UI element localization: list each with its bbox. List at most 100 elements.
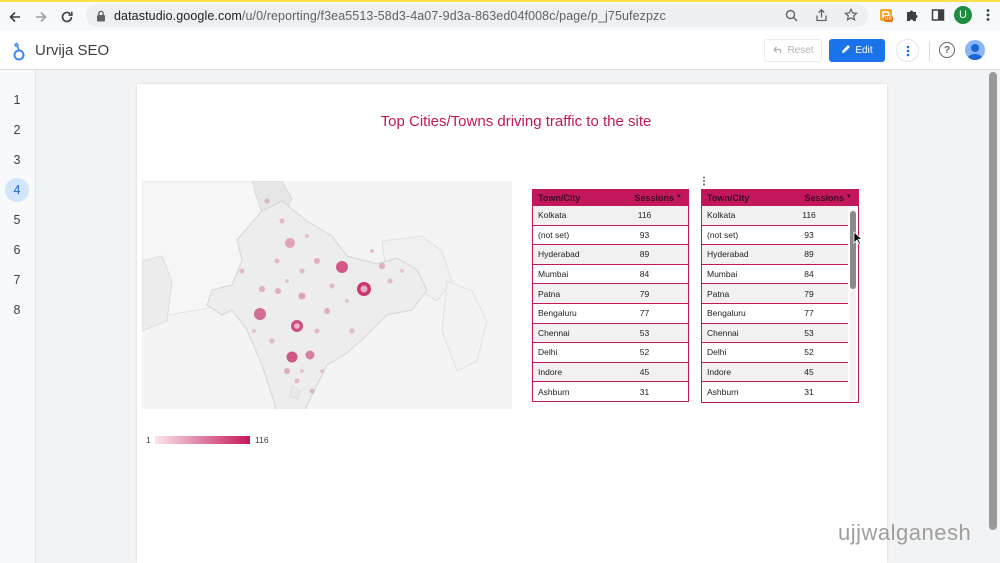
column-header-sessions[interactable]: Sessions ▼ <box>615 193 688 203</box>
table-row[interactable]: Delhi 52 <box>702 343 848 363</box>
help-icon[interactable]: ? <box>939 42 955 58</box>
sessions-cell: 53 <box>804 327 814 338</box>
sessions-cell: 31 <box>639 387 650 398</box>
city-cell: Patna <box>707 288 730 299</box>
table-row[interactable]: Ashburn 31 <box>702 382 848 402</box>
table-header: Town/City Sessions ▼ <box>533 190 688 206</box>
page-tab-4[interactable]: 4 <box>5 178 29 202</box>
page-tab-1[interactable]: 1 <box>5 88 29 112</box>
table-row[interactable]: Chennai 53 <box>702 323 848 344</box>
page-tab-7[interactable]: 7 <box>5 268 29 292</box>
sessions-cell: 31 <box>804 387 814 398</box>
edit-button[interactable]: Edit <box>829 39 885 62</box>
cities-table-2[interactable]: Town/City Sessions ▼ Kolkata 116 (not set)… <box>701 189 859 403</box>
table-row[interactable]: Bengaluru 77 <box>533 304 688 324</box>
city-cell: (not set) <box>538 229 570 240</box>
window-scrollbar[interactable] <box>986 70 1000 563</box>
page-tab-5[interactable]: 5 <box>5 208 29 232</box>
table-menu-icon[interactable] <box>702 176 708 189</box>
sessions-header-label: Sessions <box>804 193 844 203</box>
window-scrollbar-thumb[interactable] <box>989 72 997 530</box>
table-row[interactable]: Kolkata 116 <box>702 206 848 226</box>
table-row[interactable]: Indore 45 <box>533 362 688 383</box>
profile-avatar[interactable]: U <box>954 6 972 24</box>
table-row[interactable]: Hyderabad 89 <box>702 245 848 265</box>
sessions-cell: 53 <box>639 327 650 338</box>
sessions-cell: 84 <box>804 269 814 280</box>
table-row[interactable]: (not set) 93 <box>533 226 688 246</box>
page-tab-6[interactable]: 6 <box>5 238 29 262</box>
sessions-cell: 93 <box>804 229 814 240</box>
city-cell: Mumbai <box>538 269 569 280</box>
sessions-cell: 116 <box>637 210 652 221</box>
city-cell: Patna <box>538 288 561 299</box>
table-row[interactable]: Bengaluru 77 <box>702 304 848 324</box>
city-cell: Mumbai <box>707 269 738 280</box>
table-row[interactable]: Ashburn 31 <box>533 382 688 401</box>
sessions-cell: 52 <box>804 347 814 358</box>
bookmark-star-icon[interactable] <box>842 6 860 24</box>
page-tab-8[interactable]: 8 <box>5 298 29 322</box>
column-header-city[interactable]: Town/City <box>533 193 615 203</box>
extension-icon[interactable]: 86 <box>876 5 896 25</box>
cities-table-1[interactable]: Town/City Sessions ▼ Kolkata 116 (not set)… <box>532 189 689 402</box>
table-row[interactable]: Indore 45 <box>702 362 848 383</box>
sessions-cell: 45 <box>804 367 814 378</box>
undo-icon <box>772 45 784 57</box>
extension-badge: 86 <box>884 16 893 22</box>
table-scrollbar-thumb[interactable] <box>850 211 856 289</box>
table-row[interactable]: Patna 79 <box>702 284 848 304</box>
page-tab-3[interactable]: 3 <box>5 148 29 172</box>
city-cell: Kolkata <box>707 210 736 221</box>
column-header-sessions[interactable]: Sessions ▼ <box>784 193 858 203</box>
sessions-cell: 79 <box>804 288 814 299</box>
sessions-cell: 77 <box>639 308 650 319</box>
legend-min-label: 1 <box>146 435 151 445</box>
report-title: Top Cities/Towns driving traffic to the … <box>380 113 652 130</box>
reload-icon[interactable] <box>56 6 78 28</box>
reset-label: Reset <box>787 45 814 56</box>
page-navigator: 1 2 3 4 5 6 7 8 <box>0 70 36 563</box>
mouse-pointer-icon <box>853 231 864 245</box>
table-row[interactable]: Patna 79 <box>533 284 688 304</box>
share-icon[interactable] <box>812 6 830 24</box>
address-bar[interactable]: datastudio.google.com/u/0/reporting/f3ea… <box>86 4 868 27</box>
sessions-cell: 84 <box>639 269 650 280</box>
table-row[interactable]: Kolkata 116 <box>533 206 688 226</box>
sort-desc-icon[interactable]: ▼ <box>676 194 682 200</box>
side-panel-icon[interactable] <box>928 5 948 25</box>
zoom-icon[interactable] <box>782 6 800 24</box>
table-row[interactable]: (not set) 93 <box>702 226 848 246</box>
user-avatar[interactable] <box>965 40 985 60</box>
pencil-icon <box>841 44 851 57</box>
back-arrow-icon[interactable] <box>4 6 26 28</box>
sort-desc-icon[interactable]: ▼ <box>846 194 852 200</box>
sessions-cell: 77 <box>804 308 814 319</box>
table-row[interactable]: Hyderabad 89 <box>533 245 688 265</box>
column-header-city[interactable]: Town/City <box>702 193 784 203</box>
city-cell: Delhi <box>538 347 558 358</box>
header-divider <box>929 41 930 61</box>
table-row[interactable]: Delhi 52 <box>533 343 688 363</box>
city-cell: Bengaluru <box>538 308 577 319</box>
city-cell: Kolkata <box>538 210 567 221</box>
table-row[interactable]: Mumbai 84 <box>533 265 688 285</box>
reset-button[interactable]: Reset <box>764 39 822 62</box>
forward-arrow-icon[interactable] <box>30 6 52 28</box>
sessions-cell: 93 <box>639 229 650 240</box>
table-row[interactable]: Mumbai 84 <box>702 265 848 285</box>
puzzle-icon[interactable] <box>902 5 922 25</box>
page-tab-2[interactable]: 2 <box>5 118 29 142</box>
kebab-menu-icon[interactable] <box>978 5 998 25</box>
bubble-map[interactable] <box>141 180 512 431</box>
lock-icon[interactable] <box>94 9 108 23</box>
table-row[interactable]: Chennai 53 <box>533 323 688 344</box>
city-cell: Hyderabad <box>538 249 580 260</box>
table-body: Kolkata 116 (not set) 93 Hyderabad 89 Mumba… <box>533 206 688 401</box>
report-name[interactable]: Urvija SEO <box>35 42 109 59</box>
city-cell: Ashburn <box>538 387 570 398</box>
city-cell: Chennai <box>707 327 739 338</box>
more-options-button[interactable] <box>896 39 919 62</box>
app-header: Urvija SEO Reset Edit ? <box>0 31 1000 70</box>
sessions-cell: 116 <box>802 210 816 221</box>
